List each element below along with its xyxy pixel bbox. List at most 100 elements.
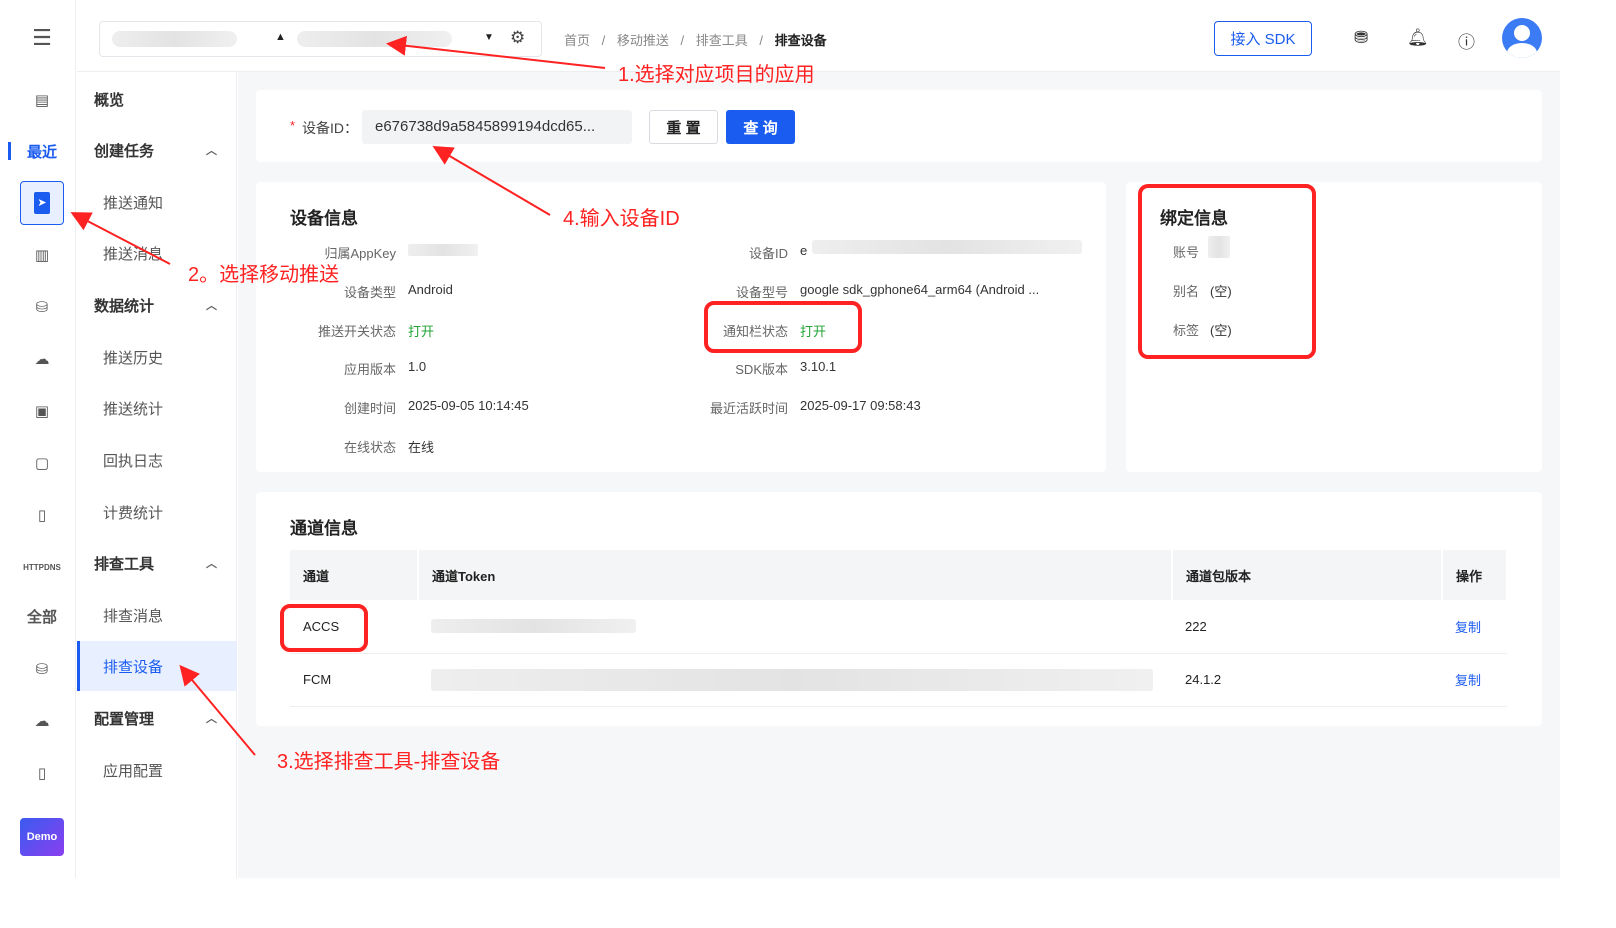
menu-app-config[interactable]: 应用配置 — [77, 745, 237, 795]
channel-table: 通道 通道Token 通道包版本 操作 ACCS 222 复制 FCM 24.1… — [290, 550, 1508, 707]
demo-badge[interactable]: Demo — [20, 818, 64, 856]
annotation-step1: 1.选择对应项目的应用 — [618, 64, 815, 86]
avatar[interactable] — [1502, 18, 1542, 58]
menu-push-history[interactable]: 推送历史 — [77, 332, 237, 382]
menu-data-stats[interactable]: 数据统计 ︿ — [77, 280, 237, 330]
clipboard-check-icon[interactable]: ▣ — [20, 389, 64, 433]
active-value: 2025-09-17 09:58:43 — [800, 398, 921, 413]
project-app-selector[interactable]: ▲ ▼ ⚙ — [99, 21, 542, 57]
chevron-up-icon: ︿ — [206, 145, 217, 157]
cloud-upload-icon[interactable]: ☁ — [20, 337, 64, 381]
function-doc-icon-2[interactable]: ▯ — [20, 751, 64, 795]
menu-check-device[interactable]: 排查设备 — [77, 641, 237, 691]
document-list-icon[interactable]: ▤ — [20, 78, 64, 122]
breadcrumb-sep: / — [601, 33, 606, 48]
menu-push-stats[interactable]: 推送统计 — [77, 383, 237, 433]
bell-icon[interactable]: 🔔︎ — [1407, 28, 1429, 48]
menu-billing-stats[interactable]: 计费统计 — [77, 487, 237, 537]
chevron-up-icon: ︿ — [206, 713, 217, 725]
device-id-info-label: 设备ID — [748, 246, 788, 261]
caret-down-icon[interactable]: ▼ — [484, 32, 494, 43]
col-version: 通道包版本 — [1172, 550, 1443, 600]
created-label: 创建时间 — [343, 401, 396, 416]
required-mark: * — [290, 118, 296, 133]
annotation-step3: 3.选择排查工具-排查设备 — [277, 751, 501, 773]
col-action: 操作 — [1442, 550, 1508, 600]
table-header: 通道 通道Token 通道包版本 操作 — [290, 550, 1508, 600]
search-card: * 设备ID： e676738d9a5845899194dcd65... 重 置… — [256, 90, 1542, 162]
type-value: Android — [408, 282, 453, 297]
app-version-label: 应用版本 — [343, 362, 396, 377]
top-bar: ▲ ▼ ⚙ 首页 / 移动推送 / 排查工具 / 排查设备 接入 SDK ⛃ 🔔… — [77, 0, 1560, 72]
httpdns-icon[interactable]: HTTPDNS — [20, 545, 64, 589]
icon-rail: ☰ ▤ 最近 ➤ ▥ ⛁ ☁ ▣ ▢ ▯ HTTPDNS 全部 ⛁ ☁ ▯ De… — [0, 0, 76, 878]
cloud-upload-icon-2[interactable]: ☁ — [20, 699, 64, 743]
breadcrumb-push[interactable]: 移动推送 — [617, 33, 669, 48]
menu-push-notify[interactable]: 推送通知 — [77, 177, 237, 227]
app-name-blurred — [297, 31, 452, 47]
channel-info-title: 通道信息 — [290, 519, 358, 538]
rail-recent[interactable]: 最近 — [20, 129, 64, 173]
menu-overview[interactable]: 概览 — [77, 74, 237, 124]
appkey-blurred — [408, 244, 478, 256]
sdk-version-label: SDK版本 — [735, 362, 788, 377]
hamburger-menu-icon[interactable]: ☰ — [20, 16, 64, 60]
chevron-up-icon: ︿ — [206, 300, 217, 312]
app: ☰ ▤ 最近 ➤ ▥ ⛁ ☁ ▣ ▢ ▯ HTTPDNS 全部 ⛁ ☁ ▯ De… — [0, 0, 1560, 878]
table-row: FCM 24.1.2 复制 — [290, 653, 1507, 707]
breadcrumb-sep: / — [680, 33, 685, 48]
copy-link[interactable]: 复制 — [1442, 600, 1507, 654]
sdk-integration-button[interactable]: 接入 SDK — [1214, 21, 1312, 56]
highlight-binding-info — [1138, 184, 1316, 359]
copy-link[interactable]: 复制 — [1442, 653, 1507, 707]
active-indicator — [8, 142, 11, 160]
annotation-step2: 2。选择移动推送 — [188, 264, 340, 286]
breadcrumb-tools[interactable]: 排查工具 — [696, 33, 748, 48]
database-icon[interactable]: ⛁ — [20, 647, 64, 691]
push-switch-label: 推送开关状态 — [317, 324, 396, 339]
menu-label: 排查工具 — [94, 555, 155, 573]
device-icon[interactable]: ▢ — [20, 441, 64, 485]
device-info-card: 设备信息 归属AppKey 设备类型 Android 推送开关状态 打开 应用版… — [256, 182, 1106, 472]
channel-info-card: 通道信息 通道 通道Token 通道包版本 操作 ACCS 222 复制 FCM — [256, 492, 1542, 726]
created-value: 2025-09-05 10:14:45 — [408, 398, 529, 413]
breadcrumb-current: 排查设备 — [774, 33, 827, 48]
menu-label: 数据统计 — [94, 297, 155, 315]
query-button[interactable]: 查 询 — [726, 110, 795, 144]
menu-receipt-log[interactable]: 回执日志 — [77, 435, 237, 485]
menu-label: 创建任务 — [94, 142, 155, 160]
breadcrumb: 首页 / 移动推送 / 排查工具 / 排查设备 — [564, 30, 827, 49]
breadcrumb-home[interactable]: 首页 — [564, 33, 590, 48]
function-doc-icon[interactable]: ▯ — [20, 493, 64, 537]
model-value: google sdk_gphone64_arm64 (Android ... — [800, 282, 1040, 297]
active-label: 最近活跃时间 — [709, 401, 788, 416]
online-value: 在线 — [408, 440, 435, 455]
menu-label: 配置管理 — [94, 710, 155, 728]
device-id-input[interactable]: e676738d9a5845899194dcd65... — [362, 110, 632, 144]
push-switch-value: 打开 — [408, 324, 435, 339]
token-cell — [418, 600, 1172, 654]
mobile-push-icon[interactable]: ➤ — [20, 181, 64, 225]
gear-icon[interactable]: ⚙ — [510, 28, 525, 48]
device-id-blurred — [812, 240, 1082, 254]
database-cloud-icon[interactable]: ⛁ — [20, 285, 64, 329]
coins-icon[interactable]: ⛃ — [1354, 28, 1368, 48]
sdk-version-value: 3.10.1 — [800, 359, 837, 374]
col-token: 通道Token — [418, 550, 1173, 600]
col-channel: 通道 — [290, 550, 419, 600]
help-icon[interactable]: ⓘ — [1458, 28, 1475, 53]
device-info-title: 设备信息 — [290, 209, 358, 228]
menu-create-task[interactable]: 创建任务 ︿ — [77, 125, 237, 175]
menu-config[interactable]: 配置管理 ︿ — [77, 693, 237, 743]
token-blurred — [431, 668, 1153, 691]
highlight-accs — [280, 604, 368, 652]
rail-all[interactable]: 全部 — [20, 594, 64, 638]
model-label: 设备型号 — [735, 285, 788, 300]
monitor-chart-icon[interactable]: ▥ — [20, 233, 64, 277]
annotation-step4: 4.输入设备ID — [563, 208, 680, 230]
project-name-blurred — [112, 31, 237, 47]
side-menu: 概览 创建任务 ︿ 推送通知 推送消息 数据统计 ︿ 推送历史 推送统计 回执日志 … — [77, 72, 237, 878]
reset-button[interactable]: 重 置 — [649, 110, 718, 144]
menu-troubleshoot[interactable]: 排查工具 ︿ — [77, 538, 237, 588]
menu-check-message[interactable]: 排查消息 — [77, 590, 237, 640]
